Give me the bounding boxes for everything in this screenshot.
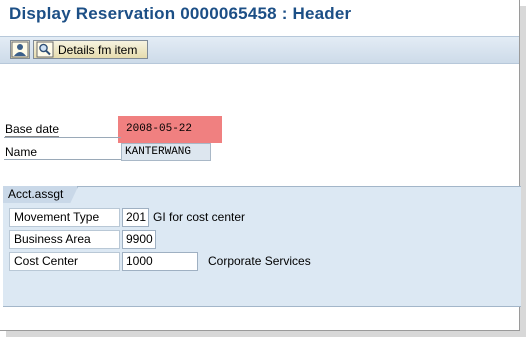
details-from-item-label: Details fm item [58,42,138,57]
person-button[interactable] [10,40,30,59]
base-date-label: Base date [5,122,60,137]
person-icon [11,41,29,58]
acct-assignment-tab[interactable]: Acct.assgt [3,186,78,203]
details-from-item-button[interactable]: Details fm item [33,40,148,59]
cost-center-label: Cost Center [9,252,120,271]
name-underline [4,159,121,160]
application-toolbar: Details fm item [0,36,519,64]
base-date-field[interactable]: 2008-05-22 [123,121,197,139]
movement-type-field[interactable]: 201 [122,208,149,227]
business-area-field[interactable]: 9900 [122,230,156,249]
acct-assignment-tab-label: Acct.assgt [8,187,64,201]
window-shadow-bottom [6,331,526,337]
cost-center-field[interactable]: 1000 [122,252,198,271]
magnifier-icon [36,41,54,58]
name-label: Name [5,145,38,159]
cost-center-text: Corporate Services [208,254,311,268]
window-frame: Display Reservation 0000065458 : Header … [0,0,521,331]
movement-type-text: GI for cost center [153,210,246,224]
movement-type-label: Movement Type [9,208,120,227]
business-area-label: Business Area [9,230,120,249]
page-title: Display Reservation 0000065458 : Header [9,4,352,23]
base-date-underline [4,137,121,138]
name-field[interactable]: KANTERWANG [121,143,211,161]
